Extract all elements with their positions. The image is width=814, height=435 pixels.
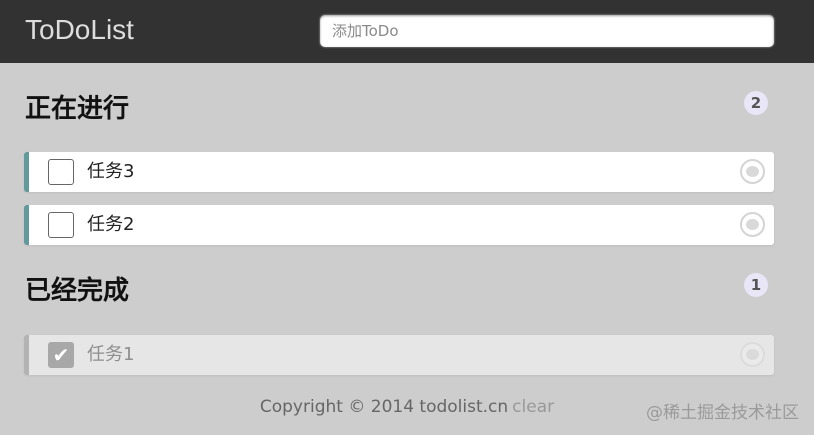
todo-item: 任务3 (24, 152, 774, 192)
delete-icon[interactable] (740, 212, 765, 237)
todo-item-label[interactable]: 任务2 (87, 214, 134, 236)
delete-icon[interactable] (740, 159, 765, 184)
todo-item: 任务2 (24, 205, 774, 245)
todo-checkbox[interactable] (48, 159, 74, 185)
todo-item-label[interactable]: 任务3 (87, 161, 134, 183)
done-item-label[interactable]: 任务1 (87, 344, 134, 366)
watermark-text: @稀土掘金技术社区 (646, 403, 799, 423)
ongoing-section-title: 正在进行 (25, 94, 130, 124)
header-bar: ToDoList (0, 0, 814, 63)
copyright-text: Copyright © 2014 todolist.cn (259, 397, 509, 417)
done-section-title: 已经完成 (25, 276, 130, 306)
todo-checkbox[interactable] (48, 212, 74, 238)
checkmark-icon[interactable]: ✔ (48, 342, 74, 368)
done-item: ✔ 任务1 (24, 335, 774, 375)
app-logo[interactable]: ToDoList (25, 12, 134, 48)
clear-link[interactable]: clear (512, 397, 554, 417)
ongoing-count-badge: 2 (744, 91, 768, 115)
delete-icon[interactable] (740, 342, 765, 367)
add-todo-input[interactable] (320, 15, 774, 47)
done-count-badge: 1 (744, 273, 768, 297)
